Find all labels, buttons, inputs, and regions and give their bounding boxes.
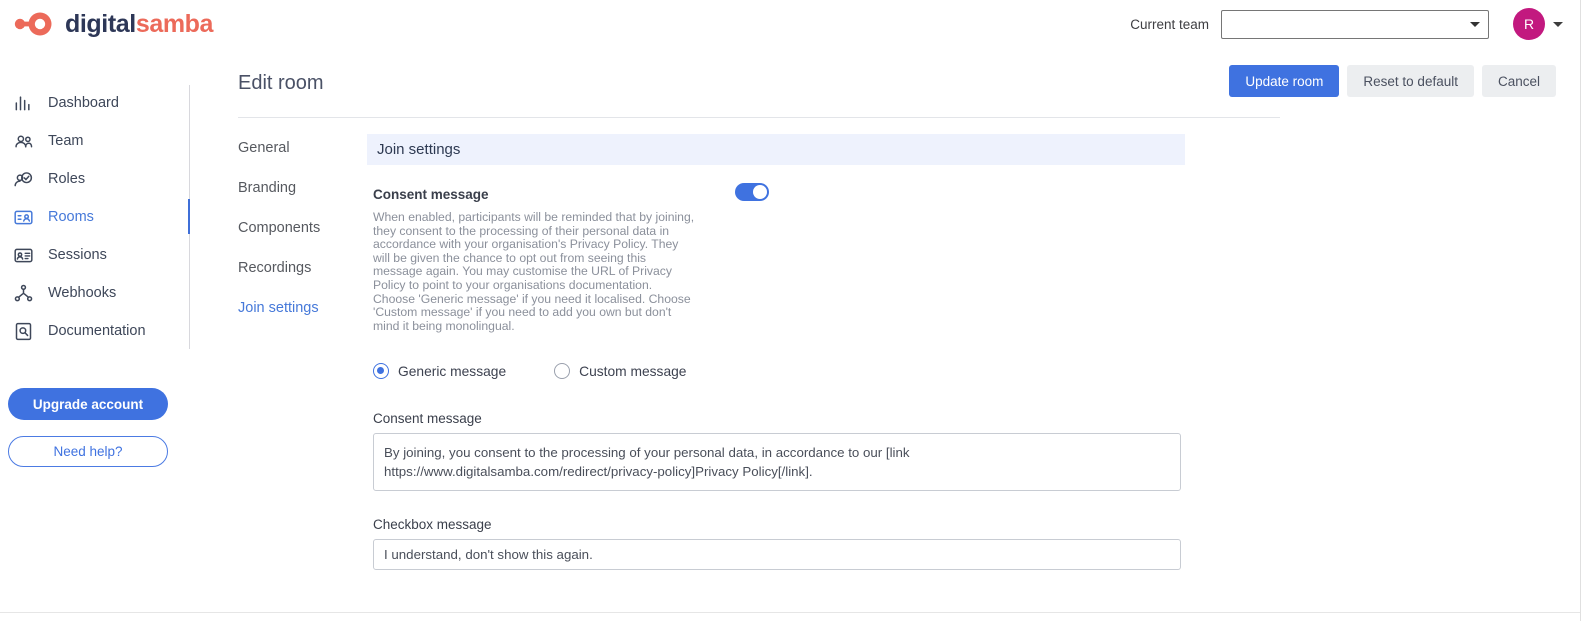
checkbox-message-field-group: Checkbox message I understand, don't sho…	[373, 517, 1185, 570]
avatar-initial: R	[1524, 16, 1534, 32]
tab-join-settings[interactable]: Join settings	[238, 300, 367, 316]
sidebar-item-webhooks[interactable]: Webhooks	[0, 274, 190, 312]
digitalsamba-logo-icon	[12, 11, 56, 37]
consent-message-textarea[interactable]: By joining, you consent to the processin…	[373, 433, 1181, 491]
reset-to-default-button[interactable]: Reset to default	[1347, 65, 1474, 97]
current-team-label: Current team	[1130, 17, 1209, 32]
page-title: Edit room	[238, 72, 324, 95]
sidebar-actions: Upgrade account Need help?	[8, 388, 170, 467]
sidebar-item-label: Webhooks	[48, 285, 116, 301]
panel-heading: Join settings	[367, 134, 1185, 165]
people-icon	[12, 130, 34, 152]
checkbox-message-input[interactable]: I understand, don't show this again.	[373, 539, 1181, 570]
consent-message-label: Consent message	[373, 187, 1185, 202]
cancel-button[interactable]: Cancel	[1482, 65, 1556, 97]
join-settings-panel: Join settings Consent message When enabl…	[367, 134, 1185, 570]
message-type-radio-group: Generic message Custom message	[373, 363, 1185, 379]
bottom-divider	[0, 612, 1581, 613]
tab-components[interactable]: Components	[238, 220, 367, 236]
radio-custom-message[interactable]: Custom message	[554, 363, 686, 379]
id-card-icon	[12, 206, 34, 228]
sidebar-item-documentation[interactable]: Documentation	[0, 312, 190, 350]
consent-message-toggle[interactable]	[735, 183, 769, 201]
topbar-right-cluster: Current team R	[1130, 0, 1581, 48]
tab-general[interactable]: General	[238, 140, 367, 156]
upgrade-account-button[interactable]: Upgrade account	[8, 388, 168, 420]
app-root: digitalsamba Current team R	[0, 0, 1581, 621]
content-row: General Branding Components Recordings J…	[190, 134, 1581, 570]
radio-selected-icon	[373, 363, 389, 379]
need-help-button[interactable]: Need help?	[8, 436, 168, 467]
bar-chart-icon	[12, 92, 34, 114]
radio-label: Generic message	[398, 364, 506, 379]
account-menu-chevron-down-icon[interactable]	[1553, 22, 1563, 27]
sidebar-item-label: Rooms	[48, 209, 94, 225]
page-header: Edit room Update room Reset to default C…	[190, 48, 1581, 118]
sidebar: Dashboard Team Roles	[0, 48, 190, 621]
brand-wordmark: digitalsamba	[65, 12, 213, 37]
radio-generic-message[interactable]: Generic message	[373, 363, 506, 379]
sidebar-item-label: Roles	[48, 171, 85, 187]
webhook-nodes-icon	[12, 282, 34, 304]
sidebar-item-label: Team	[48, 133, 83, 149]
avatar[interactable]: R	[1513, 8, 1545, 40]
sidebar-item-sessions[interactable]: Sessions	[0, 236, 190, 274]
consent-message-field-label: Consent message	[373, 411, 1185, 426]
brand-logo[interactable]: digitalsamba	[12, 11, 213, 37]
sidebar-item-label: Documentation	[48, 323, 146, 339]
document-search-icon	[12, 320, 34, 342]
tab-branding[interactable]: Branding	[238, 180, 367, 196]
brand-word-digital: digital	[65, 10, 136, 38]
main-content: Edit room Update room Reset to default C…	[190, 48, 1581, 621]
sidebar-item-dashboard[interactable]: Dashboard	[0, 84, 190, 122]
sidebar-item-rooms[interactable]: Rooms	[0, 198, 190, 236]
session-list-icon	[12, 244, 34, 266]
consent-message-description: When enabled, participants will be remin…	[373, 211, 695, 333]
sidebar-nav: Dashboard Team Roles	[0, 84, 190, 350]
brand-word-samba: samba	[136, 10, 213, 38]
consent-message-setting: Consent message When enabled, participan…	[373, 187, 1185, 333]
sidebar-item-roles[interactable]: Roles	[0, 160, 190, 198]
radio-label: Custom message	[579, 364, 686, 379]
current-team-select[interactable]	[1221, 10, 1489, 39]
chevron-down-icon	[1470, 22, 1480, 27]
panel-body: Consent message When enabled, participan…	[367, 187, 1185, 570]
radio-unselected-icon	[554, 363, 570, 379]
sidebar-item-label: Sessions	[48, 247, 107, 263]
header-actions: Update room Reset to default Cancel	[1229, 65, 1556, 97]
sidebar-item-team[interactable]: Team	[0, 122, 190, 160]
consent-message-field-group: Consent message By joining, you consent …	[373, 411, 1185, 491]
top-bar: digitalsamba Current team R	[0, 0, 1581, 48]
person-check-icon	[12, 168, 34, 190]
header-divider	[238, 117, 1280, 118]
settings-subnav: General Branding Components Recordings J…	[190, 134, 367, 570]
tab-recordings[interactable]: Recordings	[238, 260, 367, 276]
update-room-button[interactable]: Update room	[1229, 65, 1339, 97]
toggle-knob	[753, 185, 767, 199]
sidebar-item-label: Dashboard	[48, 95, 119, 111]
checkbox-message-field-label: Checkbox message	[373, 517, 1185, 532]
